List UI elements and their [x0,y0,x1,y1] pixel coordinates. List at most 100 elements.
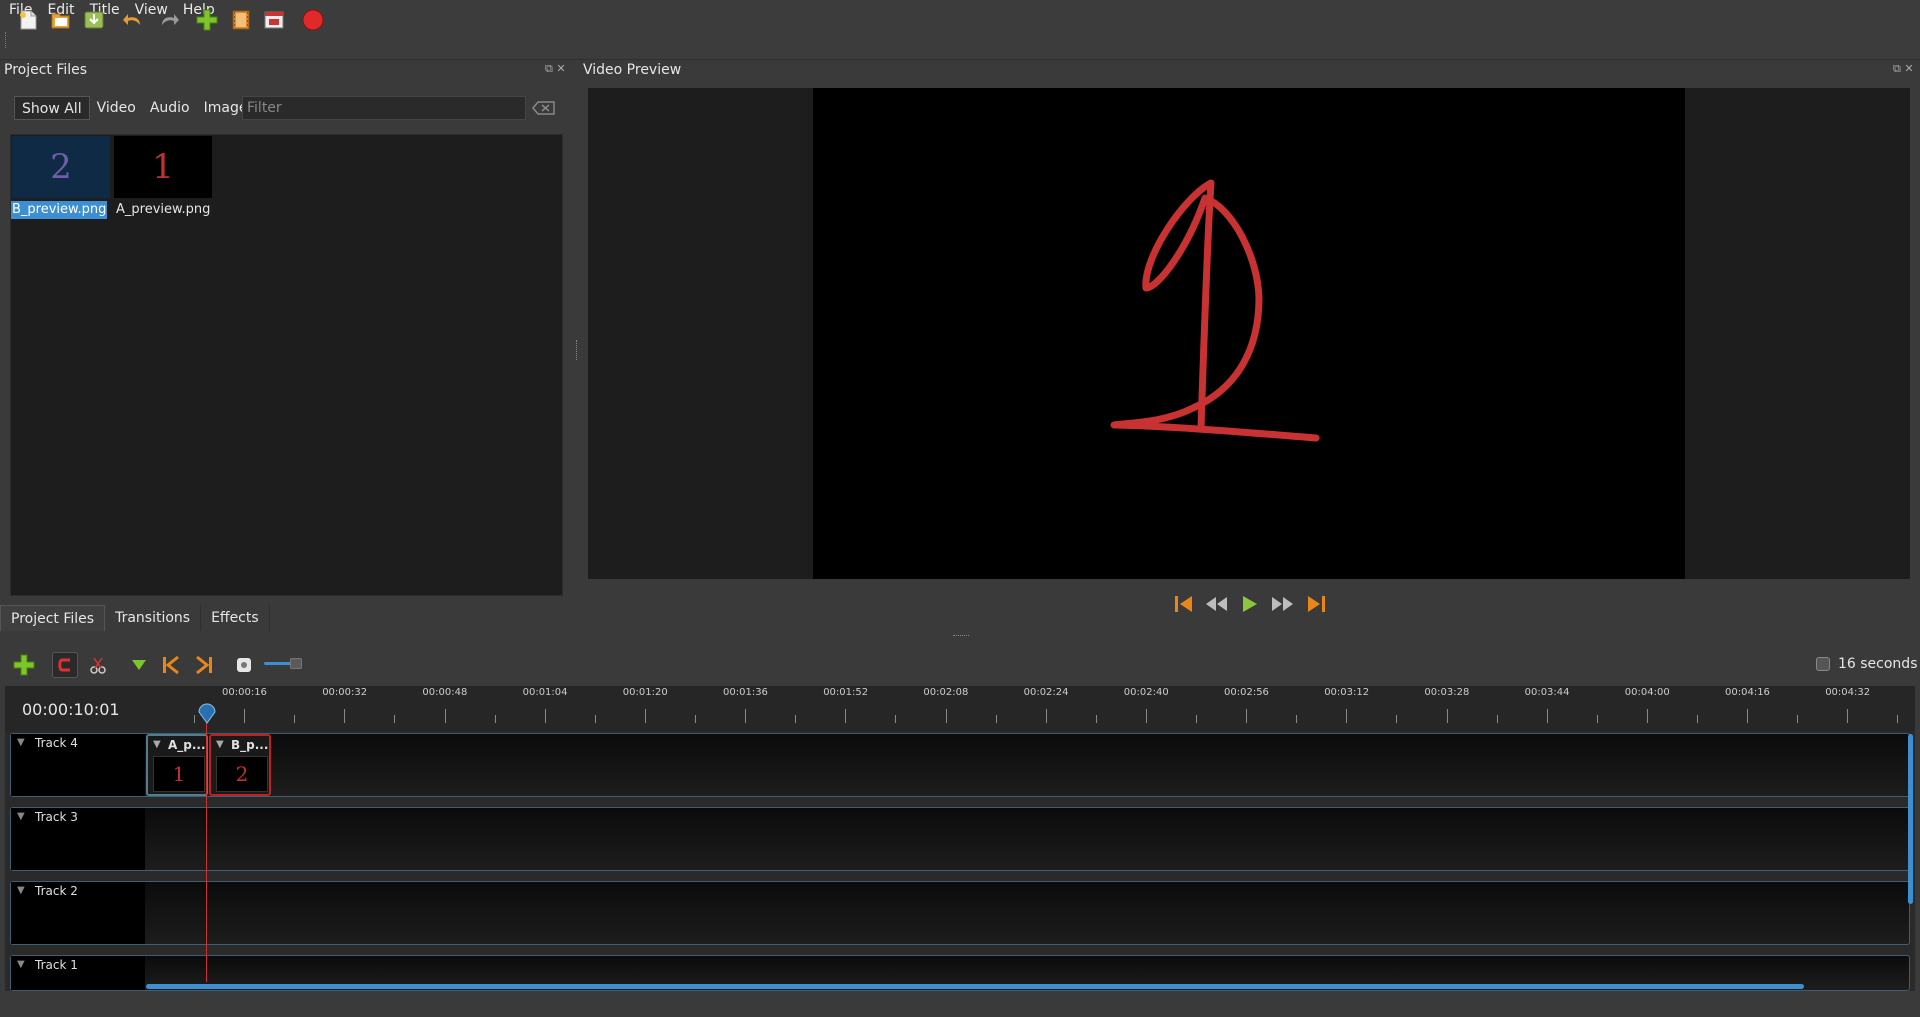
ruler-tick [1646,709,1648,723]
play-icon[interactable] [1235,591,1263,617]
next-marker-icon[interactable] [191,652,217,678]
clip-thumbnail: 1 [153,756,205,792]
clip-title: B_p... [231,738,269,752]
ruler-tick [1246,709,1248,723]
track-collapse-icon[interactable]: ▼ [17,737,25,748]
ruler-tick [1697,715,1698,723]
choose-profile-icon[interactable] [229,8,253,32]
tab-audio[interactable]: Audio [143,96,197,120]
add-marker-icon[interactable] [126,652,152,678]
ruler-tick [1296,715,1298,723]
ruler-tick [494,715,496,723]
tab-show-all[interactable]: Show All [14,96,90,120]
save-project-icon[interactable] [82,8,106,32]
panel-splitter-horizontal[interactable] [953,635,969,637]
current-timecode: 00:00:10:01 [22,700,120,719]
file-thumbnail-b[interactable]: 2 [12,136,110,198]
clip-menu-icon[interactable]: ▼ [216,739,224,750]
ruler-label: 00:01:20 [622,687,668,698]
track-collapse-icon[interactable]: ▼ [17,811,25,822]
ruler-tick [795,715,797,723]
clear-filter-icon[interactable] [532,100,556,116]
menu-bar: File Edit Title View Help [0,0,1920,20]
jump-to-end-icon[interactable] [1302,591,1330,617]
ruler-tick [945,709,947,723]
ruler-tick [1496,715,1498,723]
ruler-tick [1897,715,1899,723]
ruler-tick [1396,715,1398,723]
tab-project-files[interactable]: Project Files [0,605,106,631]
track-4[interactable]: ▼ Track 4 [10,733,1910,797]
timeline-horizontal-scrollbar[interactable] [146,984,1804,989]
ruler-label: 00:03:12 [1324,687,1370,698]
file-name-a[interactable]: A_preview.png [115,201,211,219]
clip-b-preview[interactable]: ▼ B_p... 2 [209,734,271,796]
ruler-label: 00:01:36 [723,687,768,698]
ruler-label: 00:02:08 [923,687,969,698]
ruler-tick [194,715,195,723]
previous-marker-icon[interactable] [158,652,184,678]
new-project-icon[interactable] [16,8,40,32]
track-label: Track 3 [35,810,78,824]
ruler-label: 00:01:04 [522,687,568,698]
ruler-label: 00:03:44 [1524,687,1570,698]
import-files-icon[interactable] [195,8,219,32]
export-video-icon[interactable] [301,8,325,32]
track-2[interactable]: ▼ Track 2 [10,881,1910,945]
redo-icon[interactable] [157,8,181,32]
track-header[interactable]: ▼ Track 1 [11,956,145,990]
panel-splitter-vertical[interactable] [576,340,578,360]
ruler-tick [1847,709,1849,723]
razor-tool-icon[interactable] [85,652,111,678]
track-header[interactable]: ▼ Track 3 [11,808,145,870]
ruler-tick [394,715,396,723]
track-header[interactable]: ▼ Track 2 [11,882,145,944]
add-track-icon[interactable] [11,652,37,678]
snapping-toggle-icon[interactable] [52,652,78,678]
ruler-tick [294,715,296,723]
zoom-slider-end[interactable] [1816,657,1830,671]
playhead-handle[interactable] [197,700,217,724]
fast-forward-icon[interactable] [1268,591,1296,617]
timeline-vertical-scrollbar[interactable] [1908,734,1913,904]
filter-input[interactable]: Filter [242,96,526,120]
ruler-label: 00:00:16 [222,687,267,698]
toolbar-grip[interactable] [5,32,8,48]
track-collapse-icon[interactable]: ▼ [17,885,25,896]
center-timeline-icon[interactable] [231,652,257,678]
clip-a-preview[interactable]: ▼ A_p... 1 [146,734,208,796]
clip-thumbnail: 2 [216,756,268,792]
ruler-tick [895,715,897,723]
zoom-slider-handle[interactable] [290,658,302,669]
track-header[interactable]: ▼ Track 4 [11,734,145,796]
main-toolbar [0,20,1920,60]
ruler-tick [1546,709,1548,723]
tab-video[interactable]: Video [90,96,143,120]
video-preview-dock-buttons[interactable]: ⧉ ✕ [1893,62,1914,76]
ruler-label: 00:04:00 [1624,687,1670,698]
open-project-icon[interactable] [49,8,73,32]
fullscreen-icon[interactable] [262,8,286,32]
ruler-tick [1196,715,1197,723]
file-name-b[interactable]: B_preview.png [11,201,108,219]
track-label: Track 1 [35,958,78,972]
ruler-tick [1797,715,1799,723]
project-files-dock-buttons[interactable]: ⧉ ✕ [545,62,566,76]
tab-effects[interactable]: Effects [201,605,270,631]
clip-title: A_p... [168,738,206,752]
ruler-label: 00:02:24 [1023,687,1069,698]
video-frame [813,88,1685,579]
track-3[interactable]: ▼ Track 3 [10,807,1910,871]
ruler-tick [444,709,446,723]
tab-transitions[interactable]: Transitions [105,605,202,631]
clip-menu-icon[interactable]: ▼ [153,739,161,750]
video-preview-title: Video Preview [583,62,682,78]
rewind-icon[interactable] [1203,591,1231,617]
ruler-tick [544,709,546,723]
track-collapse-icon[interactable]: ▼ [17,959,25,970]
jump-to-start-icon[interactable] [1170,591,1198,617]
undo-icon[interactable] [121,8,145,32]
ruler-tick [695,715,696,723]
file-thumbnail-a[interactable]: 1 [114,136,212,198]
project-files-filter-tabs: Show All Video Audio Image [14,96,254,120]
